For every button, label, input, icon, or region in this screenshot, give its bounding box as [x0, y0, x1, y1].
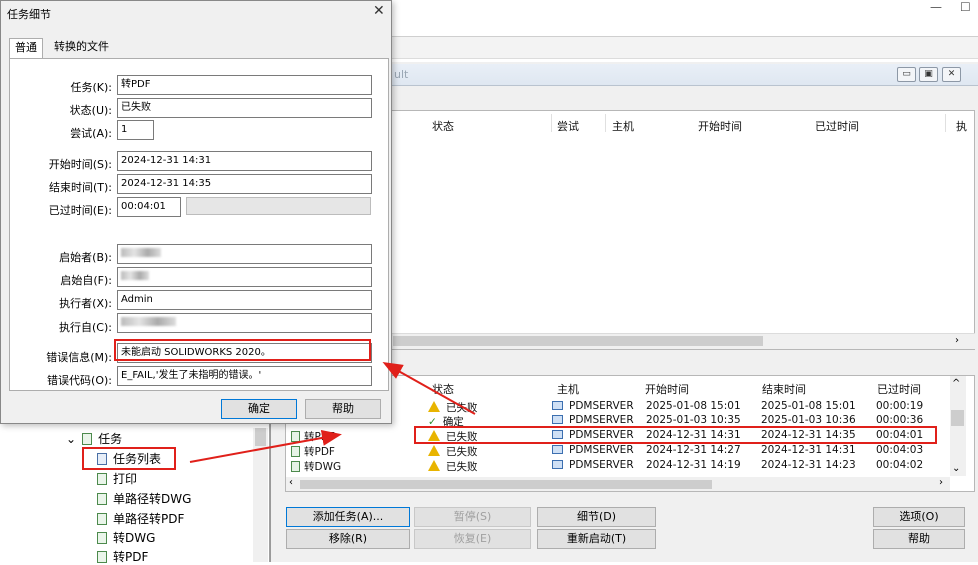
arrow-to-error-icon: [382, 362, 476, 415]
annotation-arrows: [189, 362, 476, 463]
arrow-to-row-icon: [189, 430, 342, 463]
